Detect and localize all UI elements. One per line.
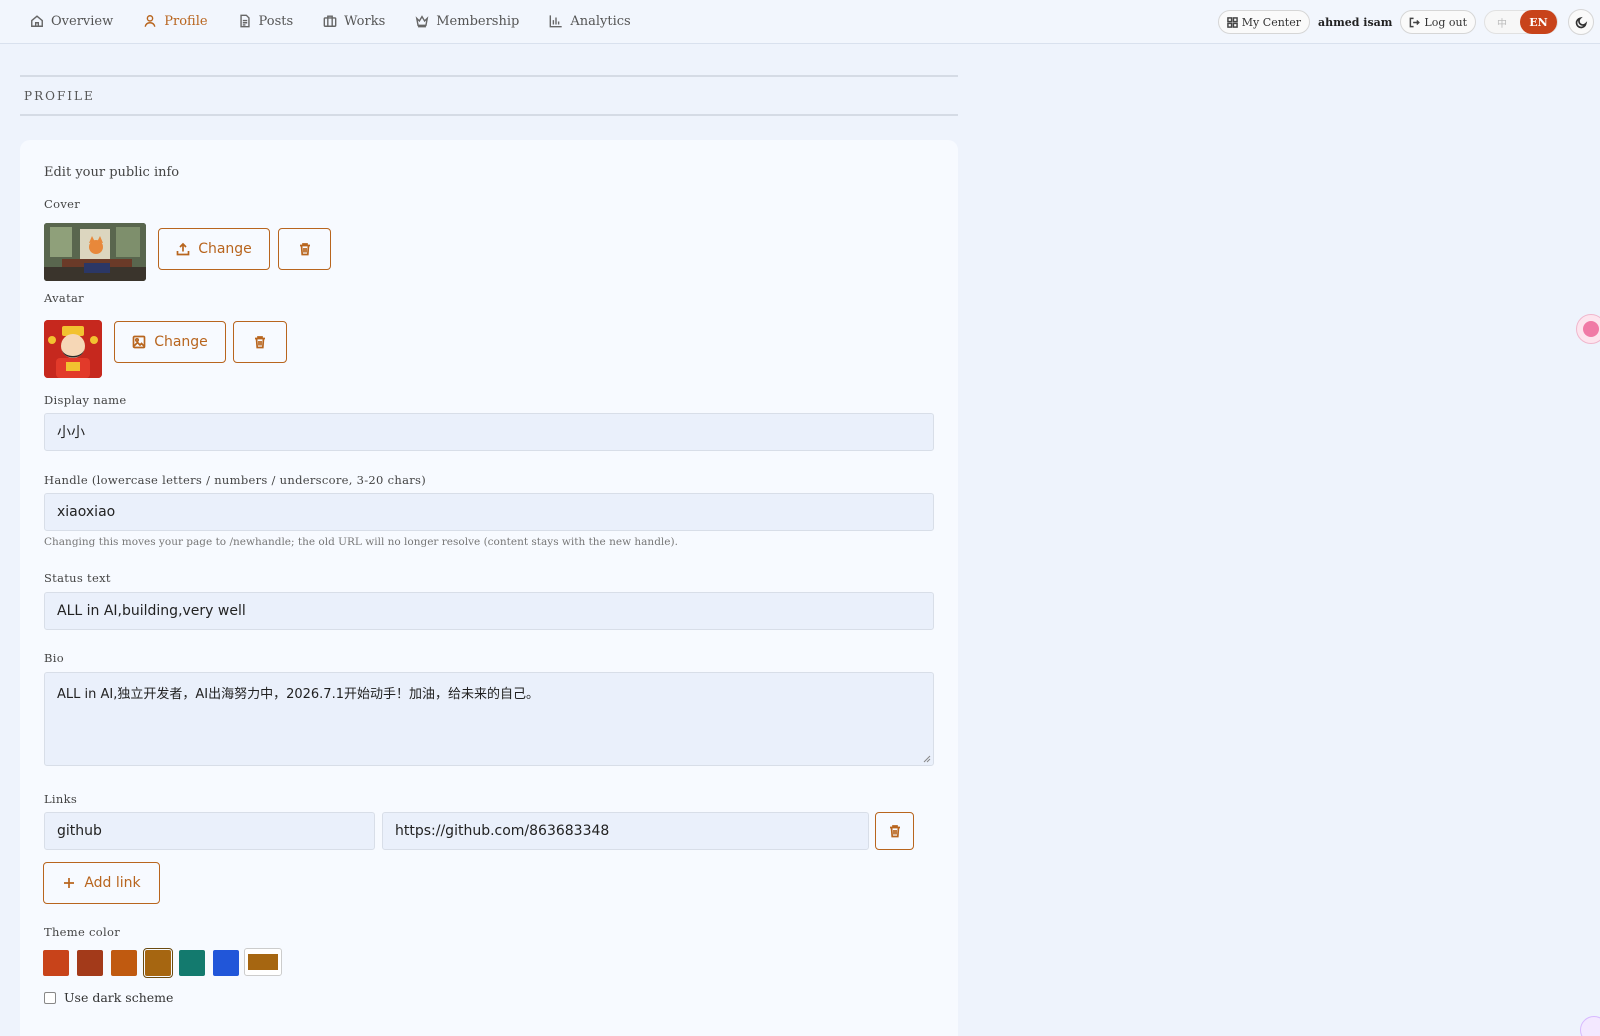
lang-en-option[interactable]: EN — [1520, 10, 1557, 34]
my-center-label: My Center — [1241, 15, 1301, 29]
briefcase-icon — [323, 15, 337, 27]
status-label: Status text — [44, 571, 111, 585]
section-header: PROFILE — [20, 75, 958, 116]
logout-button[interactable]: Log out — [1400, 10, 1476, 34]
nav-works[interactable]: Works — [323, 14, 385, 29]
dark-mode-toggle[interactable] — [1568, 9, 1594, 35]
assistant-floating-button[interactable] — [1580, 1016, 1600, 1036]
link-name-input[interactable]: github — [44, 812, 375, 850]
delete-link-button[interactable] — [875, 812, 914, 850]
nav-membership-label: Membership — [436, 13, 520, 29]
theme-swatch-1[interactable] — [43, 950, 69, 976]
nav-analytics[interactable]: Analytics — [549, 13, 631, 29]
cover-thumbnail — [44, 223, 146, 281]
handle-input[interactable]: xiaoxiao — [44, 493, 934, 531]
cover-image-icon — [44, 223, 146, 281]
nav-overview-label: Overview — [51, 13, 114, 29]
avatar-thumbnail — [44, 320, 102, 378]
add-link-button[interactable]: Add link — [43, 862, 160, 904]
upload-icon — [176, 242, 190, 256]
trash-icon — [299, 243, 310, 256]
dark-scheme-checkbox[interactable] — [44, 991, 56, 1004]
custom-color-preview — [248, 954, 278, 970]
bio-textarea[interactable]: ALL in AI,独立开发者，AI出海努力中，2026.7.1开始动手！加油，… — [44, 672, 934, 766]
dark-scheme-label: Use dark scheme — [64, 990, 174, 1005]
username: ahmed isam — [1317, 15, 1393, 29]
theme-swatch-3[interactable] — [111, 950, 137, 976]
grid-icon — [1226, 16, 1238, 28]
delete-cover-button[interactable] — [278, 228, 331, 270]
language-toggle[interactable]: 中 EN — [1484, 10, 1558, 34]
my-center-button[interactable]: My Center — [1217, 10, 1310, 34]
translate-floating-button[interactable] — [1576, 314, 1600, 344]
theme-swatch-2[interactable] — [77, 950, 103, 976]
custom-color-picker[interactable] — [244, 948, 282, 976]
top-navigation-bar: Overview Profile Posts Works Membership … — [0, 0, 1600, 44]
logout-icon — [1410, 17, 1421, 27]
nav-analytics-label: Analytics — [570, 13, 631, 29]
trash-icon — [889, 825, 900, 838]
crown-icon — [415, 15, 429, 28]
trash-icon — [255, 336, 265, 349]
delete-avatar-button[interactable] — [233, 321, 287, 363]
change-cover-label: Change — [198, 241, 252, 257]
nav-posts-label: Posts — [258, 13, 294, 29]
nav-posts[interactable]: Posts — [238, 13, 294, 29]
nav-profile-label: Profile — [164, 13, 208, 29]
theme-swatch-5[interactable] — [179, 950, 205, 976]
section-title: PROFILE — [24, 89, 95, 103]
profile-card: Edit your public info Cover Change Avata… — [20, 140, 958, 1036]
logout-label: Log out — [1424, 15, 1467, 29]
display-name-input[interactable]: 小小 — [44, 413, 934, 451]
change-avatar-label: Change — [154, 334, 208, 350]
avatar-image-icon — [44, 320, 102, 378]
links-label: Links — [44, 792, 78, 806]
nav-works-label: Works — [344, 13, 386, 29]
user-icon — [144, 15, 156, 27]
lang-zh-option[interactable]: 中 — [1497, 15, 1507, 30]
link-url-input[interactable]: https://github.com/863683348 — [382, 812, 869, 850]
bio-text: ALL in AI,独立开发者，AI出海努力中，2026.7.1开始动手！加油，… — [57, 687, 539, 702]
avatar-label: Avatar — [44, 291, 84, 305]
translate-icon — [1583, 321, 1599, 337]
status-input[interactable]: ALL in AI,building,very well — [44, 592, 934, 630]
cover-label: Cover — [44, 197, 81, 211]
display-name-label: Display name — [44, 393, 127, 407]
handle-label: Handle (lowercase letters / numbers / un… — [44, 473, 427, 487]
theme-swatch-4[interactable] — [143, 948, 173, 978]
add-link-label: Add link — [84, 875, 141, 891]
primary-nav: Overview Profile Posts Works Membership … — [30, 0, 631, 42]
theme-swatch-6[interactable] — [213, 950, 239, 976]
theme-color-label: Theme color — [44, 925, 121, 939]
handle-hint: Changing this moves your page to /newhan… — [44, 536, 678, 548]
card-title: Edit your public info — [44, 165, 180, 180]
bar-chart-icon — [549, 15, 563, 28]
image-icon — [132, 335, 146, 349]
dark-scheme-option[interactable]: Use dark scheme — [44, 990, 173, 1005]
resize-grip-icon[interactable] — [923, 755, 931, 763]
change-cover-button[interactable]: Change — [158, 228, 270, 270]
bio-label: Bio — [44, 651, 64, 665]
moon-icon — [1575, 16, 1587, 28]
plus-icon — [64, 878, 75, 888]
header-actions: My Center ahmed isam Log out 中 EN — [1217, 9, 1600, 35]
change-avatar-button[interactable]: Change — [114, 321, 226, 363]
nav-overview[interactable]: Overview — [30, 14, 113, 29]
document-icon — [239, 14, 250, 28]
nav-membership[interactable]: Membership — [415, 14, 519, 29]
nav-profile[interactable]: Profile — [143, 13, 208, 29]
home-icon — [31, 15, 43, 27]
